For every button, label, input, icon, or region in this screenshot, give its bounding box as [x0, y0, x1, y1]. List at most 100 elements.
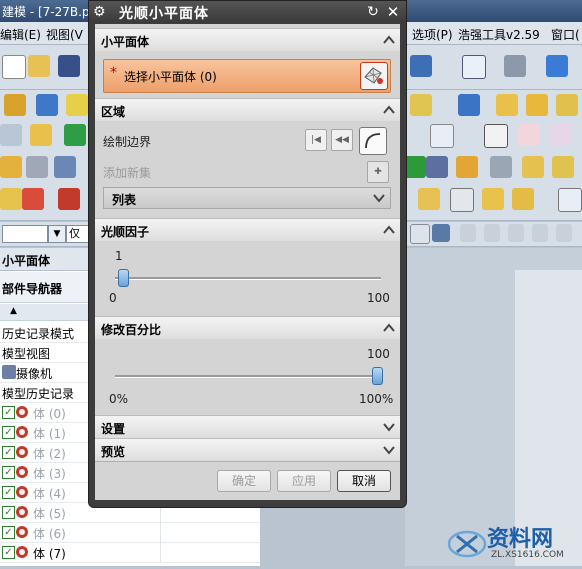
- snap-icon[interactable]: [410, 224, 430, 244]
- facet-body-selector-button[interactable]: [360, 62, 388, 90]
- visibility-checkbox[interactable]: ✓: [2, 546, 15, 559]
- close-icon[interactable]: ✕: [385, 4, 401, 20]
- watermark-brand: 资料网: [487, 527, 554, 552]
- chevron-up-icon: [383, 35, 395, 44]
- visibility-checkbox[interactable]: ✓: [2, 466, 15, 479]
- note-icon[interactable]: [0, 156, 22, 178]
- sweep-icon[interactable]: [526, 94, 548, 116]
- table-row[interactable]: ✓ 体 (6): [0, 522, 260, 543]
- first-point-icon[interactable]: |◀: [305, 129, 327, 151]
- edit-icon[interactable]: [522, 156, 544, 178]
- menu-options[interactable]: 选项(P): [412, 26, 453, 43]
- arrow-icon[interactable]: [532, 224, 548, 242]
- dimension-icon[interactable]: [26, 156, 48, 178]
- visibility-checkbox[interactable]: ✓: [2, 486, 15, 499]
- color-palette-icon[interactable]: [22, 188, 44, 210]
- move-icon[interactable]: [460, 224, 476, 242]
- upload-icon[interactable]: [482, 188, 504, 210]
- visibility-checkbox[interactable]: ✓: [2, 426, 15, 439]
- open-folder-icon[interactable]: [28, 55, 50, 77]
- visibility-checkbox[interactable]: ✓: [2, 506, 15, 519]
- solid-cube-icon[interactable]: [546, 55, 568, 77]
- facet-body-icon: [15, 445, 29, 459]
- surface-icon[interactable]: [496, 94, 518, 116]
- sort-up-icon: ▲: [10, 306, 17, 316]
- new-file-icon[interactable]: [2, 55, 26, 79]
- add-set-icon[interactable]: ✚: [367, 161, 389, 183]
- smoothing-factor-track[interactable]: [115, 277, 381, 280]
- gear-icon[interactable]: ⚙: [93, 4, 109, 20]
- dialog-title-bar[interactable]: ⚙ 光顺小平面体 ↻ ✕: [89, 1, 406, 23]
- sketch-icon[interactable]: [30, 124, 52, 146]
- check-icon[interactable]: [64, 124, 86, 146]
- grid-icon[interactable]: [54, 156, 76, 178]
- navigator-header-label: 小平面体: [2, 254, 51, 268]
- curve-icon: [365, 133, 381, 149]
- visibility-checkbox[interactable]: ✓: [2, 446, 15, 459]
- boundary-curve-button[interactable]: [359, 127, 387, 155]
- loft-icon[interactable]: [556, 94, 578, 116]
- select-facet-body-row[interactable]: * 选择小平面体 (0): [103, 59, 391, 93]
- view-cube-icon[interactable]: [432, 224, 450, 242]
- section-header-settings[interactable]: 设置: [95, 415, 400, 439]
- smoothing-factor-slider[interactable]: [117, 269, 129, 287]
- visibility-checkbox[interactable]: ✓: [2, 526, 15, 539]
- pencil-icon[interactable]: [552, 156, 574, 178]
- apply-button[interactable]: 应用: [277, 470, 331, 492]
- ok-button[interactable]: 确定: [217, 470, 271, 492]
- filter-select[interactable]: [2, 225, 48, 243]
- chevron-up-icon: [383, 225, 395, 234]
- dialog-body: 小平面体 * 选择小平面体 (0) 区域 绘制边界 |◀ ◀◀ 添加新集 ✚ 列…: [95, 24, 400, 500]
- feature-icon[interactable]: [4, 94, 26, 116]
- menu-window[interactable]: 窗口(: [551, 26, 580, 43]
- select-cursor-icon[interactable]: [410, 55, 432, 77]
- chevron-down-icon[interactable]: ▼: [48, 225, 66, 243]
- prt-icon[interactable]: [426, 156, 448, 178]
- table-icon[interactable]: [0, 124, 22, 146]
- section-header-smoothing-factor[interactable]: 光顺因子: [95, 218, 400, 242]
- measure-icon[interactable]: [490, 156, 512, 178]
- fit-view-icon[interactable]: [462, 55, 486, 79]
- navigator-title-label: 部件导航器: [2, 282, 63, 296]
- section-header-facet-body[interactable]: 小平面体: [95, 28, 400, 52]
- close-x-icon[interactable]: [430, 124, 454, 148]
- previous-point-icon[interactable]: ◀◀: [331, 129, 353, 151]
- pnc-icon[interactable]: [484, 124, 508, 148]
- part-icon[interactable]: [550, 124, 572, 146]
- extrude-icon[interactable]: [66, 94, 88, 116]
- modify-percent-slider[interactable]: [372, 367, 383, 385]
- section-header-modify-percent[interactable]: 修改百分比: [95, 316, 400, 340]
- smoothing-factor-value: 1: [115, 249, 123, 263]
- table-row[interactable]: ✓ 体 (7): [0, 542, 260, 563]
- page-icon[interactable]: [450, 188, 474, 212]
- box-icon[interactable]: [0, 188, 22, 210]
- snap-point-icon[interactable]: [556, 224, 572, 242]
- folder-icon[interactable]: [418, 188, 440, 210]
- section-header-preview[interactable]: 预览: [95, 438, 400, 462]
- modify-percent-track[interactable]: [115, 375, 381, 378]
- modify-percent-value: 100: [367, 347, 390, 361]
- camera-icon: [2, 365, 16, 379]
- cancel-button[interactable]: 取消: [337, 470, 391, 492]
- section-header-region[interactable]: 区域: [95, 98, 400, 122]
- watermark-url: ZL.XS1616.COM: [491, 550, 564, 560]
- structure-icon[interactable]: [456, 156, 478, 178]
- menu-haoqiang-tools[interactable]: 浩强工具v2.59: [458, 26, 540, 43]
- tree-icon[interactable]: [404, 156, 426, 178]
- layer-icon[interactable]: [558, 188, 582, 212]
- drawing-icon[interactable]: [518, 124, 540, 146]
- shape-icon[interactable]: [410, 94, 432, 116]
- render-style-icon[interactable]: [504, 55, 526, 77]
- save-icon[interactable]: [58, 55, 80, 77]
- rotate-icon[interactable]: [484, 224, 500, 242]
- block-icon[interactable]: [36, 94, 58, 116]
- reset-icon[interactable]: ↻: [365, 4, 381, 20]
- menu-view[interactable]: 视图(V: [46, 26, 83, 43]
- list-header[interactable]: 列表: [103, 187, 391, 209]
- menu-edit[interactable]: 编辑(E): [0, 26, 41, 43]
- line-icon[interactable]: [508, 224, 524, 242]
- download-icon[interactable]: [512, 188, 534, 210]
- visibility-checkbox[interactable]: ✓: [2, 406, 15, 419]
- body-icon[interactable]: [458, 94, 480, 116]
- red-cube-icon[interactable]: [58, 188, 80, 210]
